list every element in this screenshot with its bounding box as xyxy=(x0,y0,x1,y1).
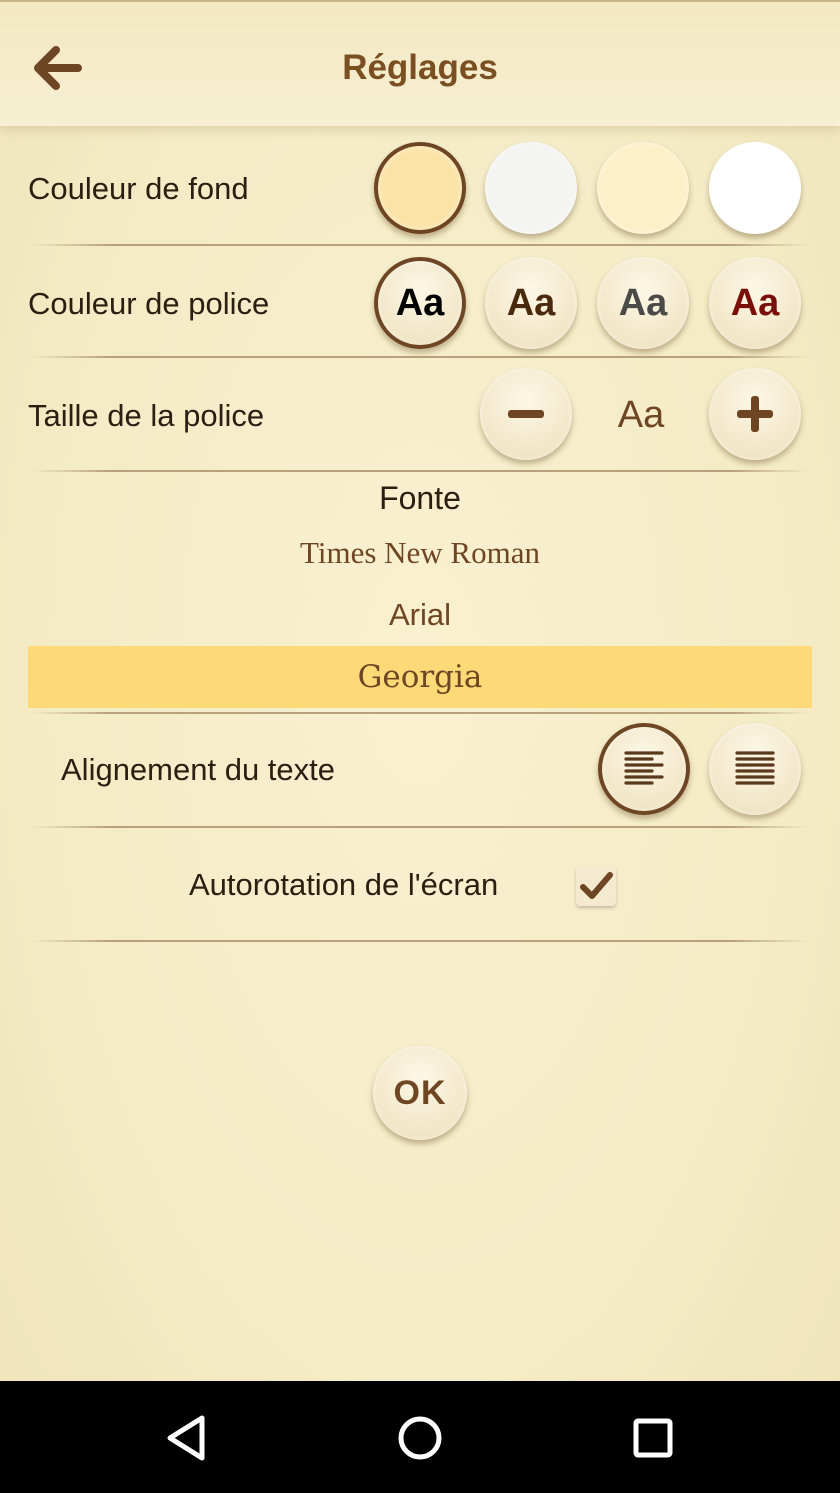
nav-recents-button[interactable] xyxy=(625,1410,681,1466)
font-color-option-4[interactable]: Aa xyxy=(709,257,801,349)
font-option-georgia[interactable]: Georgia xyxy=(28,646,812,708)
align-left-icon xyxy=(624,751,664,785)
checkmark-icon xyxy=(580,872,613,899)
font-color-sample: Aa xyxy=(618,281,668,324)
background-color-label: Couleur de fond xyxy=(28,171,249,206)
plus-icon xyxy=(737,396,773,432)
divider xyxy=(32,470,808,472)
font-color-sample: Aa xyxy=(395,281,445,324)
background-color-swatch-2[interactable] xyxy=(485,142,577,234)
minus-icon xyxy=(508,410,544,418)
nav-back-button[interactable] xyxy=(160,1410,216,1466)
font-color-label: Couleur de police xyxy=(28,286,270,321)
page-title: Réglages xyxy=(342,48,498,87)
font-family-title: Fonte xyxy=(379,480,461,516)
increase-font-size-button[interactable] xyxy=(709,368,801,460)
align-left-button[interactable] xyxy=(598,723,690,815)
nav-home-button[interactable] xyxy=(392,1410,448,1466)
home-circle-icon xyxy=(398,1416,442,1460)
background-color-swatch-3[interactable] xyxy=(597,142,689,234)
font-size-label: Taille de la police xyxy=(28,398,265,433)
divider xyxy=(32,356,808,358)
font-option-times[interactable]: Times New Roman xyxy=(28,522,812,584)
divider xyxy=(32,826,808,828)
font-color-option-1[interactable]: Aa xyxy=(374,257,466,349)
autorotation-label: Autorotation de l'écran xyxy=(189,867,499,902)
divider xyxy=(32,712,808,714)
decrease-font-size-button[interactable] xyxy=(480,368,572,460)
divider xyxy=(32,244,808,246)
divider xyxy=(32,940,808,942)
ok-button[interactable]: OK xyxy=(373,1046,467,1140)
font-color-option-2[interactable]: Aa xyxy=(485,257,577,349)
back-triangle-icon xyxy=(167,1415,205,1461)
font-color-sample: Aa xyxy=(730,281,780,324)
font-option-arial[interactable]: Arial xyxy=(28,584,812,646)
recents-square-icon xyxy=(633,1418,673,1458)
align-justify-icon xyxy=(735,751,775,785)
align-justify-button[interactable] xyxy=(709,723,801,815)
background-color-swatch-4[interactable] xyxy=(709,142,801,234)
app-header: Réglages xyxy=(0,0,840,126)
font-color-sample: Aa xyxy=(506,281,556,324)
autorotation-checkbox[interactable] xyxy=(576,866,616,906)
font-size-preview: Aa xyxy=(617,394,665,436)
background-color-swatch-1[interactable] xyxy=(374,142,466,234)
text-alignment-label: Alignement du texte xyxy=(61,752,336,787)
ok-label: OK xyxy=(393,1073,447,1112)
font-color-option-3[interactable]: Aa xyxy=(597,257,689,349)
